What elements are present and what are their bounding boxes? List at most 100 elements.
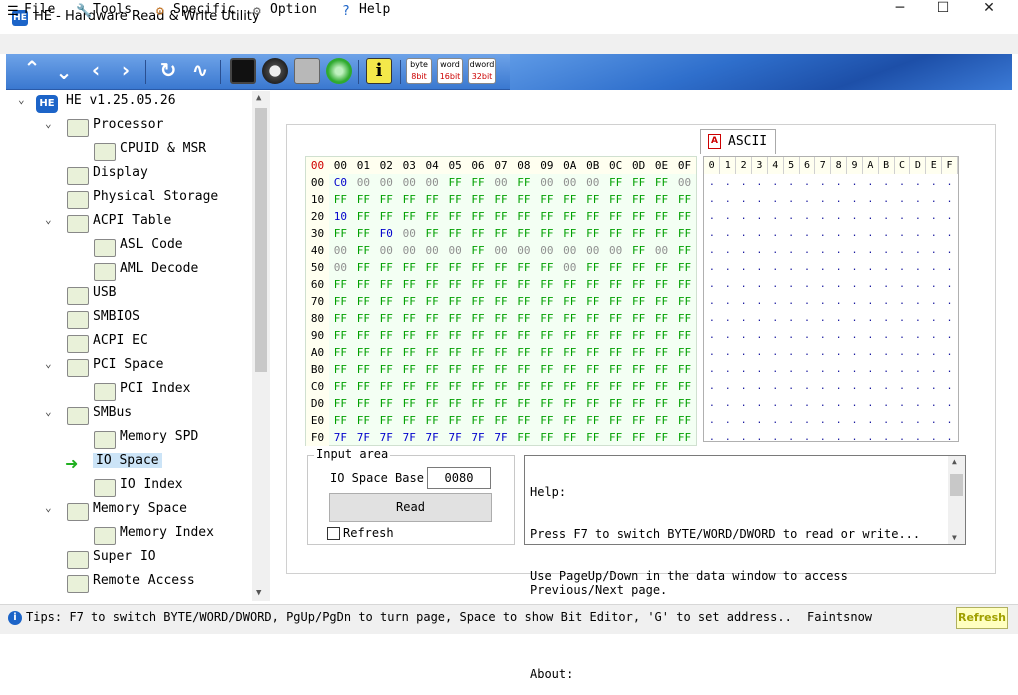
ascii-cell[interactable]: . <box>767 378 783 395</box>
ascii-cell[interactable]: . <box>847 174 863 191</box>
tree-item-memory-index[interactable]: Memory Index <box>94 525 214 547</box>
chart-button[interactable]: ∿ <box>186 58 214 86</box>
ascii-cell[interactable]: . <box>767 174 783 191</box>
ascii-cell[interactable]: . <box>736 276 752 293</box>
ascii-cell[interactable]: . <box>910 174 926 191</box>
hex-cell[interactable]: FF <box>352 225 375 242</box>
hex-cell[interactable]: FF <box>535 293 558 310</box>
ascii-cell[interactable]: . <box>752 293 768 310</box>
ascii-cell[interactable]: . <box>736 191 752 208</box>
ascii-cell[interactable]: . <box>783 429 799 446</box>
hex-cell[interactable]: FF <box>467 174 490 191</box>
ascii-cell[interactable]: . <box>878 174 894 191</box>
ascii-cell[interactable]: . <box>783 191 799 208</box>
tree-item-smbus[interactable]: ⌄ SMBus <box>45 405 132 427</box>
hex-cell[interactable]: FF <box>421 276 444 293</box>
ascii-cell[interactable]: . <box>942 378 958 395</box>
hex-cell[interactable]: FF <box>581 259 604 276</box>
hex-cell[interactable]: FF <box>467 310 490 327</box>
ascii-cell[interactable]: . <box>942 344 958 361</box>
ascii-cell[interactable]: . <box>831 259 847 276</box>
hex-cell[interactable]: FF <box>375 361 398 378</box>
ascii-cell[interactable]: . <box>752 225 768 242</box>
hex-cell[interactable]: FF <box>329 225 352 242</box>
ascii-cell[interactable]: . <box>704 429 720 446</box>
menu-file[interactable]: ☰ File <box>7 2 55 19</box>
ascii-grid[interactable]: 0123456789ABCDEF........................… <box>703 156 959 443</box>
hex-cell[interactable]: FF <box>627 276 650 293</box>
ascii-cell[interactable]: . <box>704 344 720 361</box>
hex-cell[interactable]: FF <box>535 225 558 242</box>
ascii-cell[interactable]: . <box>862 174 878 191</box>
hex-cell[interactable]: FF <box>421 344 444 361</box>
hex-cell[interactable]: FF <box>329 310 352 327</box>
hex-cell[interactable]: FF <box>398 310 421 327</box>
hex-cell[interactable]: FF <box>673 225 696 242</box>
hex-cell[interactable]: FF <box>421 225 444 242</box>
ascii-cell[interactable]: . <box>926 395 942 412</box>
hex-cell[interactable]: 7F <box>375 429 398 446</box>
hex-cell[interactable]: FF <box>535 310 558 327</box>
hex-cell[interactable]: 00 <box>581 174 604 191</box>
hex-cell[interactable]: FF <box>558 361 581 378</box>
ascii-cell[interactable]: . <box>720 429 736 446</box>
read-button[interactable]: Read <box>329 493 492 522</box>
ascii-cell[interactable]: . <box>926 276 942 293</box>
ascii-cell[interactable]: . <box>736 395 752 412</box>
tree-item-usb[interactable]: USB <box>67 285 116 307</box>
hex-cell[interactable]: FF <box>650 191 673 208</box>
ascii-cell[interactable]: . <box>815 174 831 191</box>
ascii-cell[interactable]: . <box>799 310 815 327</box>
ascii-cell[interactable]: . <box>910 208 926 225</box>
ascii-cell[interactable]: . <box>878 208 894 225</box>
hex-cell[interactable]: FF <box>535 259 558 276</box>
ascii-cell[interactable]: . <box>783 208 799 225</box>
ascii-cell[interactable]: . <box>736 208 752 225</box>
hex-cell[interactable]: FF <box>673 208 696 225</box>
ascii-cell[interactable]: . <box>736 327 752 344</box>
hex-cell[interactable]: 00 <box>535 242 558 259</box>
hex-cell[interactable]: FF <box>467 259 490 276</box>
ascii-cell[interactable]: . <box>847 412 863 429</box>
ascii-cell[interactable]: . <box>878 276 894 293</box>
hex-cell[interactable]: FF <box>467 378 490 395</box>
ascii-cell[interactable]: . <box>815 429 831 446</box>
ascii-cell[interactable]: . <box>894 327 910 344</box>
ascii-cell[interactable]: . <box>752 344 768 361</box>
hex-cell[interactable]: FF <box>375 412 398 429</box>
hex-cell[interactable]: FF <box>650 225 673 242</box>
hex-cell[interactable]: FF <box>627 259 650 276</box>
ascii-cell[interactable]: . <box>767 259 783 276</box>
tree-item-remote-access[interactable]: Remote Access <box>67 573 195 595</box>
hex-cell[interactable]: FF <box>604 429 627 446</box>
ascii-cell[interactable]: . <box>815 293 831 310</box>
ascii-cell[interactable]: . <box>720 225 736 242</box>
ascii-cell[interactable]: . <box>720 174 736 191</box>
ascii-cell[interactable]: . <box>767 412 783 429</box>
hex-cell[interactable]: 00 <box>558 242 581 259</box>
hex-cell[interactable]: FF <box>627 225 650 242</box>
hex-cell[interactable]: FF <box>604 361 627 378</box>
hex-cell[interactable]: 00 <box>650 242 673 259</box>
hex-cell[interactable]: FF <box>535 344 558 361</box>
ascii-cell[interactable]: . <box>831 310 847 327</box>
ascii-cell[interactable]: . <box>926 191 942 208</box>
hex-cell[interactable]: FF <box>375 208 398 225</box>
ascii-cell[interactable]: . <box>799 361 815 378</box>
ascii-cell[interactable]: . <box>847 310 863 327</box>
ascii-cell[interactable]: . <box>847 259 863 276</box>
hex-cell[interactable]: FF <box>535 378 558 395</box>
hex-cell[interactable]: FF <box>398 395 421 412</box>
ascii-cell[interactable]: . <box>831 174 847 191</box>
hex-cell[interactable]: FF <box>352 344 375 361</box>
hex-cell[interactable]: FF <box>581 412 604 429</box>
hex-cell[interactable]: FF <box>329 276 352 293</box>
hex-cell[interactable]: FF <box>673 242 696 259</box>
ascii-cell[interactable]: . <box>831 361 847 378</box>
hex-cell[interactable]: FF <box>650 174 673 191</box>
tree-item-memory-spd[interactable]: Memory SPD <box>94 429 198 451</box>
ascii-cell[interactable]: . <box>704 174 720 191</box>
hex-cell[interactable]: FF <box>490 293 513 310</box>
ascii-cell[interactable]: . <box>942 191 958 208</box>
ascii-cell[interactable]: . <box>862 242 878 259</box>
